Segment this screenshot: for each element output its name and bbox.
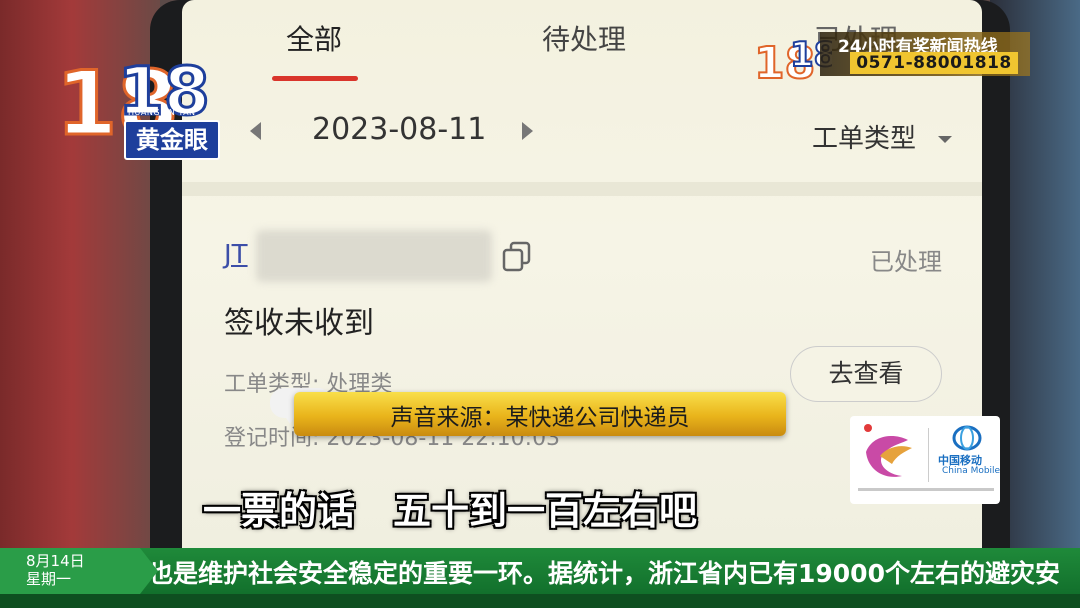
svg-text:18: 18 [118,53,210,130]
sponsor-name-en: China Mobile [942,466,1001,476]
source-label: 声音来源：某快递公司快递员 [390,405,690,431]
china-mobile-icon [952,425,982,451]
chevron-left-icon[interactable] [250,122,261,140]
order-status: 已处理 [870,248,942,276]
date-weekday: 星期一 [26,570,72,588]
active-tab-indicator [272,76,358,81]
sponsor-divider [928,428,929,482]
news-ticker: 也是维护社会安全稳定的重要一环。据统计，浙江省内已有19000个左右的避灾安 [0,548,1080,594]
video-subtitle: 一票的话 五十到一百左右吧 [202,489,697,533]
asian-games-icon [864,424,912,477]
order-title: 签收未收到 [224,306,374,341]
logo-subtitle: HUANG JIN YAN [128,108,196,117]
date-navigator: 2023-08-11 工单类型 [182,100,982,170]
caret-down-icon[interactable] [938,136,952,143]
ticker-text: 也是维护社会安全稳定的重要一环。据统计，浙江省内已有19000个左右的避灾安 [148,559,1060,588]
view-button[interactable]: 去查看 [790,346,942,402]
order-id-blur [256,230,492,282]
bottom-strip [0,594,1080,608]
hotline-number: 0571-88001818 [850,52,1018,74]
order-id-link[interactable]: JT [224,240,248,270]
order-type-filter[interactable]: 工单类型 [812,118,916,155]
section-divider [182,182,982,196]
tab-all[interactable]: 全部 [286,18,342,58]
copy-icon[interactable] [500,240,534,274]
logo-name: 黄金眼 [124,120,220,160]
chevron-right-icon[interactable] [522,122,533,140]
tab-pending[interactable]: 待处理 [542,18,626,58]
current-date: 2023-08-11 [312,112,487,147]
